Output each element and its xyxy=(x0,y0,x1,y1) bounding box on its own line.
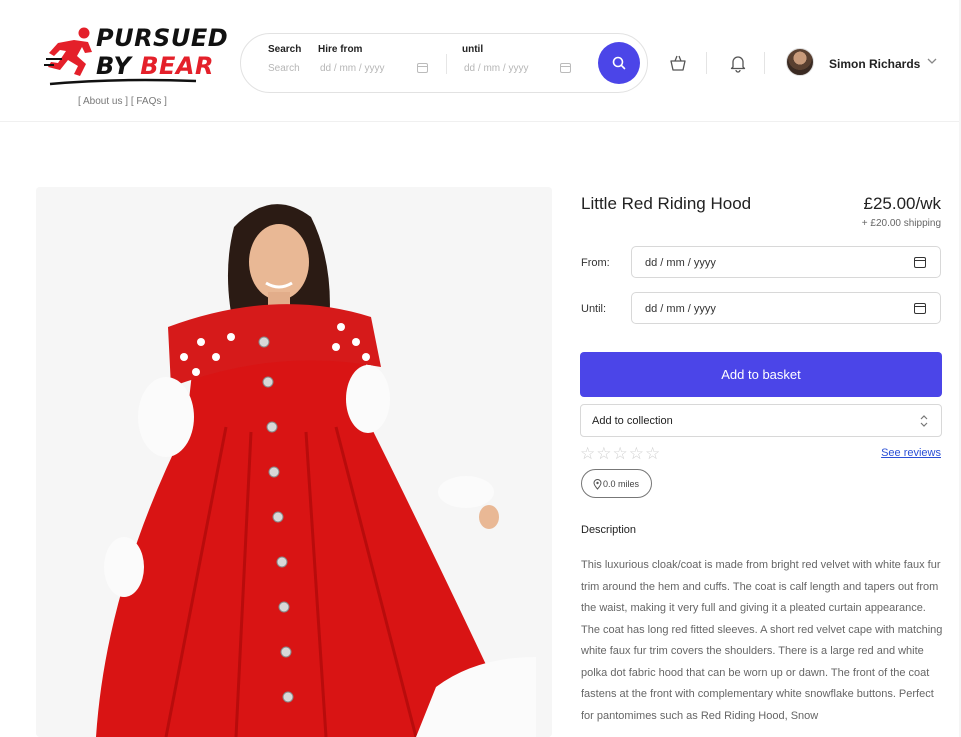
logo-underline-swoosh xyxy=(49,78,197,86)
distance-text: 0.0 miles xyxy=(603,479,640,489)
add-to-basket-button[interactable]: Add to basket xyxy=(580,352,942,397)
until-date-placeholder: dd / mm / yyyy xyxy=(645,303,716,315)
description-text: This luxurious cloak/coat is made from b… xyxy=(581,559,943,722)
search-bar: Search Search Hire from dd / mm / yyyy u… xyxy=(240,33,648,93)
chevron-down-icon[interactable] xyxy=(926,55,938,67)
logo-text-by-bear: BY BEAR xyxy=(96,52,214,80)
see-reviews-link[interactable]: See reviews xyxy=(881,447,941,459)
location-pin-icon xyxy=(593,479,602,490)
until-label: until xyxy=(462,44,484,55)
calendar-icon[interactable] xyxy=(914,303,926,314)
from-date-placeholder: dd / mm / yyyy xyxy=(645,257,716,269)
brand-logo[interactable]: PURSUED BY BEAR xyxy=(44,22,228,86)
product-image[interactable] xyxy=(36,187,552,737)
add-to-collection-select[interactable]: Add to collection xyxy=(580,404,942,437)
hire-from-label: Hire from xyxy=(318,44,363,55)
until-calendar-icon[interactable] xyxy=(560,63,571,73)
site-header: PURSUED BY BEAR [ About us ] [ FAQs ] Se… xyxy=(0,0,961,122)
select-chevron-icon xyxy=(920,415,928,427)
collection-select-value: Add to collection xyxy=(592,415,673,427)
until-date-input[interactable]: dd / mm / yyyy xyxy=(464,63,528,74)
header-divider xyxy=(706,52,707,74)
about-faq-links[interactable]: [ About us ] [ FAQs ] xyxy=(78,96,167,107)
from-label: From: xyxy=(581,257,610,269)
product-price: £25.00/wk xyxy=(863,194,942,213)
search-icon xyxy=(612,56,626,70)
distance-badge: 0.0 miles xyxy=(581,469,652,498)
runner-logo-icon xyxy=(44,27,92,76)
shipping-cost: + £20.00 shipping xyxy=(861,218,941,229)
until-label: Until: xyxy=(581,303,607,315)
calendar-icon[interactable] xyxy=(914,257,926,268)
user-avatar[interactable] xyxy=(786,48,814,76)
bell-icon[interactable] xyxy=(728,53,748,73)
user-name[interactable]: Simon Richards xyxy=(829,57,920,71)
header-divider xyxy=(764,52,765,74)
description-heading: Description xyxy=(581,524,637,536)
logo-text-pursued: PURSUED xyxy=(96,24,229,52)
search-input[interactable]: Search xyxy=(268,63,306,74)
from-date-input[interactable]: dd / mm / yyyy xyxy=(631,246,941,278)
basket-icon[interactable] xyxy=(668,53,688,73)
search-button[interactable] xyxy=(598,42,640,84)
costume-photo xyxy=(36,187,552,737)
search-label: Search xyxy=(268,44,302,55)
rating-stars[interactable]: ☆☆☆☆☆ xyxy=(580,444,661,464)
hire-from-date-input[interactable]: dd / mm / yyyy xyxy=(320,63,384,74)
search-divider xyxy=(446,54,447,74)
hire-from-calendar-icon[interactable] xyxy=(417,63,428,73)
product-title: Little Red Riding Hood xyxy=(581,194,752,213)
until-date-input[interactable]: dd / mm / yyyy xyxy=(631,292,941,324)
